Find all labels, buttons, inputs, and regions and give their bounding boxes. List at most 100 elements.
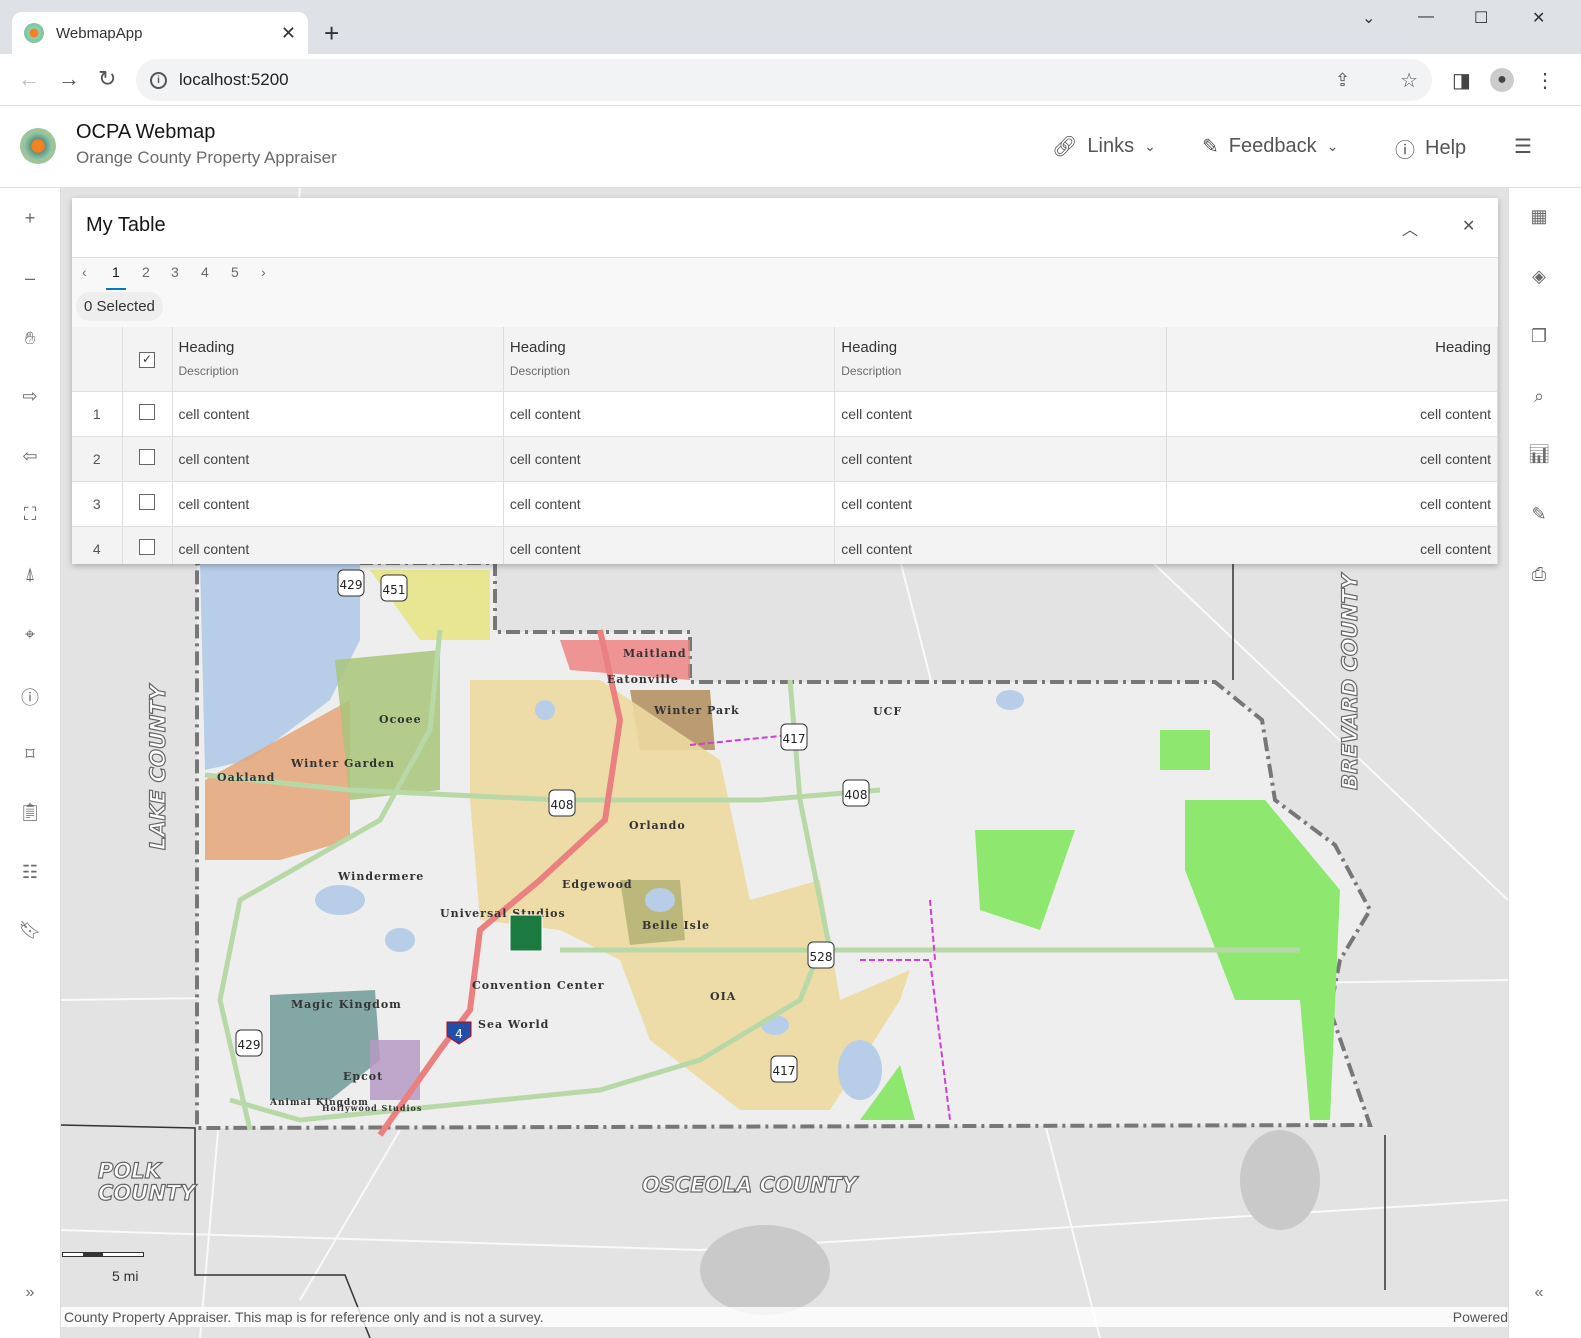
collapse-icon[interactable]: «	[1509, 1284, 1569, 1302]
compass-icon[interactable]: ⍋	[0, 564, 60, 585]
links-menu[interactable]: 🔗︎ Links ⌄	[1052, 134, 1156, 159]
right-toolbar: ▦ ◈ ❐ ⌕ 📊︎ ✎ ⎙ «	[1508, 188, 1568, 1338]
table-cell: cell content	[1166, 436, 1498, 482]
reload-button[interactable]: ↻	[98, 66, 116, 92]
measure-icon[interactable]: ⌑	[0, 744, 60, 765]
tab-search-icon[interactable]: ⌄	[1362, 8, 1375, 28]
page-2[interactable]: 2	[142, 264, 150, 280]
locate-icon[interactable]: ⌖	[0, 624, 60, 645]
info-icon[interactable]: i	[150, 71, 167, 89]
table-row[interactable]: 3 cell content cell content cell content cel…	[72, 481, 1498, 527]
row-checkbox[interactable]	[122, 391, 173, 437]
page-5[interactable]: 5	[231, 264, 239, 280]
row-checkbox[interactable]	[122, 436, 173, 482]
table-cell: cell content	[172, 391, 504, 437]
table-cell: cell content	[503, 391, 836, 437]
bookmark-icon[interactable]: 🔖︎	[0, 920, 60, 941]
print-icon[interactable]: ⎙	[1509, 564, 1569, 585]
previous-extent-icon[interactable]: ⇦	[0, 446, 60, 467]
back-button[interactable]: ←	[18, 66, 40, 92]
collapse-panel-icon[interactable]: ︿	[1402, 216, 1418, 240]
forward-extent-icon[interactable]: ⇨	[0, 386, 60, 407]
address-bar[interactable]: i localhost:5200 ⇪ ☆	[136, 59, 1432, 101]
scale-label: 5 mi	[112, 1268, 139, 1284]
pan-hand-icon[interactable]: ✋︎	[0, 328, 60, 349]
highway-shield: 408	[548, 789, 576, 817]
clipboard-icon[interactable]: 📋︎	[0, 802, 60, 823]
select-all-checkbox[interactable]: ✓	[122, 327, 173, 392]
table-cell: cell content	[172, 481, 504, 527]
map-label: Maitland	[623, 647, 687, 660]
edit-icon[interactable]: ✎	[1509, 504, 1569, 525]
feedback-icon: ✎	[1202, 136, 1219, 158]
highway-shield: 417	[770, 1055, 798, 1083]
profile-icon[interactable]: ●	[1490, 68, 1514, 92]
close-window-button[interactable]: ✕	[1532, 8, 1545, 28]
map-label: Ocoee	[379, 713, 422, 726]
svg-text:429: 429	[340, 578, 363, 592]
browser-toolbar: ← → ↻ i localhost:5200 ⇪ ☆ ◨ ● ⋮	[0, 54, 1581, 106]
table-row[interactable]: 4 cell content cell content cell content cel…	[72, 526, 1498, 564]
table-cell: cell content	[834, 481, 1167, 527]
hamburger-menu-icon[interactable]: ☰	[1514, 134, 1532, 159]
help-button[interactable]: ⓘ Help	[1395, 134, 1466, 163]
side-panel-icon[interactable]: ◨	[1452, 68, 1471, 93]
map-label: Winter Park	[653, 704, 740, 717]
app-subtitle: Orange County Property Appraiser	[76, 148, 337, 167]
row-checkbox[interactable]	[122, 481, 173, 527]
layer-list-icon[interactable]: ❐	[1509, 326, 1569, 347]
layers-icon[interactable]: ◈	[1509, 266, 1569, 287]
table-cell: cell content	[1166, 391, 1498, 437]
page-4[interactable]: 4	[201, 264, 209, 280]
page-3[interactable]: 3	[171, 264, 179, 280]
menu-icon[interactable]: ⋮	[1535, 68, 1555, 93]
close-tab-icon[interactable]: ✕	[281, 23, 296, 44]
info-icon[interactable]: ⓘ	[0, 684, 60, 710]
row-number: 1	[72, 391, 123, 437]
page-1[interactable]: 1	[106, 264, 126, 290]
svg-text:417: 417	[773, 1064, 796, 1078]
next-page-icon[interactable]: ›	[261, 264, 266, 280]
help-icon: ⓘ	[1395, 140, 1415, 162]
basemap-gallery-icon[interactable]: ▦	[1509, 206, 1569, 227]
column-header[interactable]: Heading Description	[172, 327, 504, 392]
forward-button[interactable]: →	[58, 66, 80, 92]
column-header[interactable]: Heading Description	[503, 327, 836, 392]
turnpike-icon	[509, 914, 543, 952]
share-icon[interactable]: ⇪	[1335, 70, 1350, 91]
legend-list-icon[interactable]: ☷	[0, 862, 60, 883]
table-cell: cell content	[1166, 526, 1498, 564]
table-cell: cell content	[834, 391, 1167, 437]
expand-icon[interactable]: »	[0, 1284, 60, 1302]
minimize-button[interactable]: —	[1418, 8, 1434, 26]
prev-page-icon[interactable]: ‹	[82, 264, 87, 280]
county-label: OSCEOLA COUNTY	[642, 1173, 859, 1197]
full-extent-icon[interactable]: ⛶	[0, 504, 60, 525]
search-icon[interactable]: ⌕	[1509, 386, 1569, 407]
column-header[interactable]: Heading	[1166, 327, 1498, 392]
row-number-header	[72, 327, 123, 392]
highway-shield: 429	[337, 569, 365, 597]
new-tab-button[interactable]: +	[324, 18, 339, 49]
column-header[interactable]: Heading Description	[834, 327, 1167, 392]
powered-by[interactable]: Powered	[1453, 1307, 1508, 1327]
close-panel-icon[interactable]: ✕	[1462, 216, 1475, 236]
maximize-button[interactable]: ☐	[1474, 8, 1488, 28]
attribution: County Property Appraiser. This map is f…	[61, 1307, 1508, 1327]
table-cell: cell content	[834, 436, 1167, 482]
ocpa-logo	[20, 128, 56, 164]
chart-icon[interactable]: 📊︎	[1509, 444, 1569, 465]
chevron-down-icon: ⌄	[1144, 138, 1156, 154]
zoom-out-icon[interactable]: –	[0, 268, 60, 289]
browser-chrome: WebmapApp ✕ + ⌄ — ☐ ✕ ← → ↻ i localhost:52…	[0, 0, 1581, 106]
map-label: Winter Garden	[290, 757, 395, 770]
browser-tab[interactable]: WebmapApp ✕	[12, 12, 308, 54]
feedback-menu[interactable]: ✎ Feedback ⌄	[1202, 134, 1338, 159]
bookmark-star-icon[interactable]: ☆	[1400, 68, 1418, 93]
table-row[interactable]: 2 cell content cell content cell content cel…	[72, 436, 1498, 482]
county-label: POLK	[98, 1159, 163, 1183]
zoom-in-icon[interactable]: +	[0, 208, 60, 229]
favicon-icon	[24, 23, 44, 43]
table-row[interactable]: 1 cell content cell content cell content cel…	[72, 391, 1498, 437]
row-checkbox[interactable]	[122, 526, 173, 564]
